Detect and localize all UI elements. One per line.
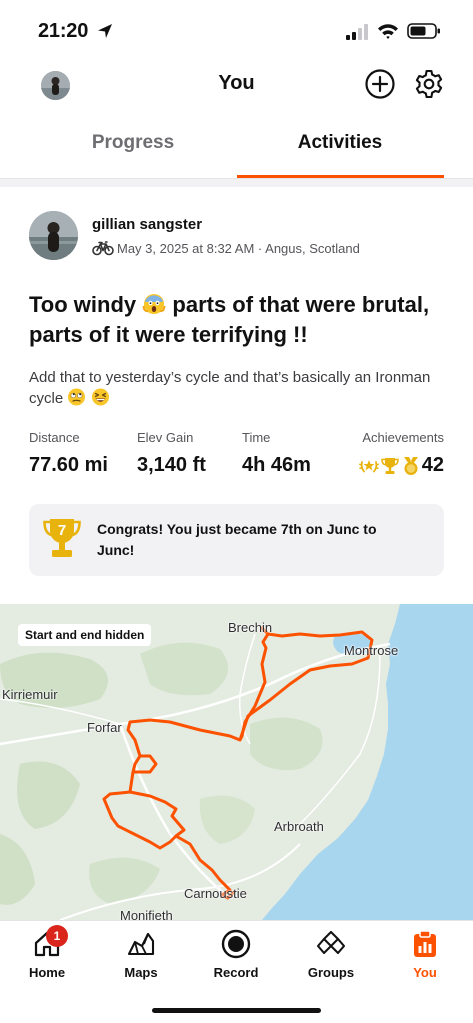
tabbar-groups-label: Groups <box>307 965 355 980</box>
map-privacy-badge: Start and end hidden <box>18 624 152 646</box>
groups-icon <box>316 930 346 955</box>
tabbar-you-label: You <box>413 965 437 980</box>
tabbar-record-label: Record <box>213 965 259 980</box>
stat-elevation-label: Elev Gain <box>137 430 194 445</box>
tabbar-you[interactable]: You <box>385 929 465 980</box>
header: You <box>0 62 473 108</box>
activity-description: Add that to yesterday’s cycle and that’s… <box>29 367 449 409</box>
maps-icon <box>127 932 155 956</box>
cellular-signal-icon <box>346 24 368 40</box>
stat-achievements-value: 42 <box>421 454 444 476</box>
activity-tabs: Progress Activities <box>0 118 473 178</box>
map-canvas <box>0 604 473 920</box>
stat-achievements-label: Achievements <box>362 430 444 445</box>
battery-icon <box>407 23 440 39</box>
laurel-icon <box>358 459 379 472</box>
trophy-rank-icon: 7 <box>43 519 81 557</box>
map-label-arbroath: Arbroath <box>274 819 324 834</box>
trophy-rank-number: 7 <box>58 522 66 539</box>
segment-achievement-text: Congrats! You just became 7th on Junc to… <box>97 521 377 558</box>
wifi-icon <box>378 24 398 39</box>
stat-achievements-row: 42 <box>358 454 444 477</box>
activity-map[interactable]: Start and end hidden Brechin Montrose Ki… <box>0 604 473 920</box>
screaming-face-emoji-icon <box>142 294 166 314</box>
eye-roll-emoji-icon <box>68 388 86 406</box>
tabbar-maps-label: Maps <box>124 965 158 980</box>
record-icon <box>221 929 251 959</box>
athlete-name[interactable]: gillian sangster <box>92 216 202 233</box>
status-bar: 21:20 <box>0 0 473 62</box>
stat-distance: Distance 77.60 mi <box>29 430 108 477</box>
tabbar-record[interactable]: Record <box>196 929 276 980</box>
map-label-monifieth: Monifieth <box>120 908 173 920</box>
stat-time-value: 4h 46m <box>242 454 311 476</box>
map-label-forfar: Forfar <box>87 720 122 735</box>
home-notification-badge: 1 <box>46 925 68 947</box>
activity-date-location: May 3, 2025 at 8:32 AM · Angus, Scotland <box>117 241 360 256</box>
activity-title-part1: Too windy <box>29 292 137 317</box>
home-indicator <box>152 1008 321 1013</box>
athlete-avatar[interactable] <box>29 211 78 260</box>
map-label-kirriemuir: Kirriemuir <box>2 687 58 702</box>
tab-progress[interactable]: Progress <box>30 132 236 154</box>
bike-icon <box>92 241 114 256</box>
map-label-brechin: Brechin <box>228 620 273 635</box>
stat-time: Time 4h 46m <box>242 430 311 477</box>
map-label-montrose: Montrose <box>344 643 399 658</box>
add-icon[interactable] <box>364 68 396 100</box>
section-separator <box>0 179 473 187</box>
tabbar-home-label: Home <box>28 965 66 980</box>
stat-time-label: Time <box>242 430 271 445</box>
location-arrow-icon <box>98 24 112 38</box>
tabbar-groups[interactable]: Groups <box>291 929 371 980</box>
trophy-icon <box>380 457 399 474</box>
activity-title[interactable]: Too windy parts of that were brutal, par… <box>29 290 449 350</box>
segment-achievement-banner[interactable]: 7 Congrats! You just became 7th on Junc … <box>29 504 444 576</box>
stat-elevation: Elev Gain 3,140 ft <box>137 430 206 477</box>
stat-distance-value: 77.60 mi <box>29 454 108 476</box>
stat-elevation-value: 3,140 ft <box>137 454 206 476</box>
stat-distance-label: Distance <box>29 430 80 445</box>
grinning-squint-emoji-icon <box>91 388 109 406</box>
settings-gear-icon[interactable] <box>413 68 445 100</box>
stat-achievements[interactable]: Achievements 42 <box>358 430 444 477</box>
page-title: You <box>218 72 255 94</box>
tab-activities[interactable]: Activities <box>237 132 443 154</box>
tabbar-maps[interactable]: Maps <box>101 929 181 980</box>
status-time: 21:20 <box>38 20 89 42</box>
you-clipboard-icon <box>414 930 436 957</box>
map-label-carnoustie: Carnoustie <box>184 886 247 901</box>
activity-description-text: Add that to yesterday’s cycle and that’s… <box>29 369 431 407</box>
medal-icon <box>403 456 418 475</box>
